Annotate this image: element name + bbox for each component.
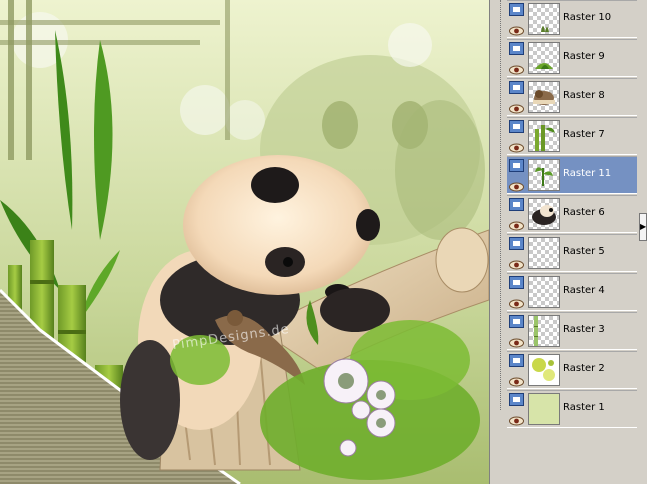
layer-row[interactable]: Raster 3 [507,312,637,350]
layer-row[interactable]: Raster 6 [507,195,637,233]
layer-name: Raster 11 [563,168,612,179]
layer-mask-toggle-icon[interactable] [509,315,524,328]
layer-mask-toggle-icon[interactable] [509,198,524,211]
visibility-eye-icon[interactable] [509,138,524,153]
layer-thumbnail [528,393,560,425]
layer-thumbnail [528,354,560,386]
layer-row[interactable]: Raster 7 [507,117,637,155]
layer-thumbnail [528,120,560,152]
layer-thumbnail [528,3,560,35]
layer-name: Raster 8 [563,90,605,101]
visibility-eye-icon[interactable] [509,411,524,426]
layer-name: Raster 9 [563,51,605,62]
layer-name: Raster 3 [563,324,605,335]
layer-row[interactable]: Raster 4 [507,273,637,311]
layers-panel: Raster 10 Raster 9 Raster 8 Raster 7 Raster … [497,0,647,484]
layer-thumbnail [528,315,560,347]
image-canvas[interactable]: PimpDesigns.de [0,0,489,484]
visibility-eye-icon[interactable] [509,333,524,348]
layer-mask-toggle-icon[interactable] [509,237,524,250]
visibility-eye-icon[interactable] [509,60,524,75]
layer-thumbnail [528,198,560,230]
layer-row[interactable]: Raster 5 [507,234,637,272]
layer-mask-toggle-icon[interactable] [509,81,524,94]
layer-thumbnail [528,237,560,269]
layer-name: Raster 6 [563,207,605,218]
layer-mask-toggle-icon[interactable] [509,159,524,172]
visibility-eye-icon[interactable] [509,372,524,387]
layer-tree-line [500,0,502,410]
layer-thumbnail [528,159,560,191]
panel-expand-arrow-icon[interactable]: ▶ [639,213,647,241]
visibility-eye-icon[interactable] [509,294,524,309]
layer-name: Raster 7 [563,129,605,140]
visibility-eye-icon[interactable] [509,177,524,192]
layer-row[interactable]: Raster 2 [507,351,637,389]
visibility-eye-icon[interactable] [509,99,524,114]
layer-mask-toggle-icon[interactable] [509,3,524,16]
visibility-eye-icon[interactable] [509,255,524,270]
layer-thumbnail [528,81,560,113]
visibility-eye-icon[interactable] [509,216,524,231]
layer-name: Raster 2 [563,363,605,374]
artwork [0,0,489,484]
visibility-eye-icon[interactable] [509,21,524,36]
layer-mask-toggle-icon[interactable] [509,393,524,406]
layer-mask-toggle-icon[interactable] [509,354,524,367]
layer-row[interactable]: Raster 1 [507,390,637,428]
layer-mask-toggle-icon[interactable] [509,42,524,55]
layer-mask-toggle-icon[interactable] [509,120,524,133]
layer-row[interactable]: Raster 11 [507,156,637,194]
layer-name: Raster 4 [563,285,605,296]
layer-thumbnail [528,276,560,308]
layer-name: Raster 10 [563,12,612,23]
layer-thumbnail [528,42,560,74]
layer-mask-toggle-icon[interactable] [509,276,524,289]
layer-row[interactable]: Raster 9 [507,39,637,77]
layer-name: Raster 1 [563,402,605,413]
layer-row[interactable]: Raster 10 [507,0,637,38]
layer-name: Raster 5 [563,246,605,257]
layer-row[interactable]: Raster 8 [507,78,637,116]
